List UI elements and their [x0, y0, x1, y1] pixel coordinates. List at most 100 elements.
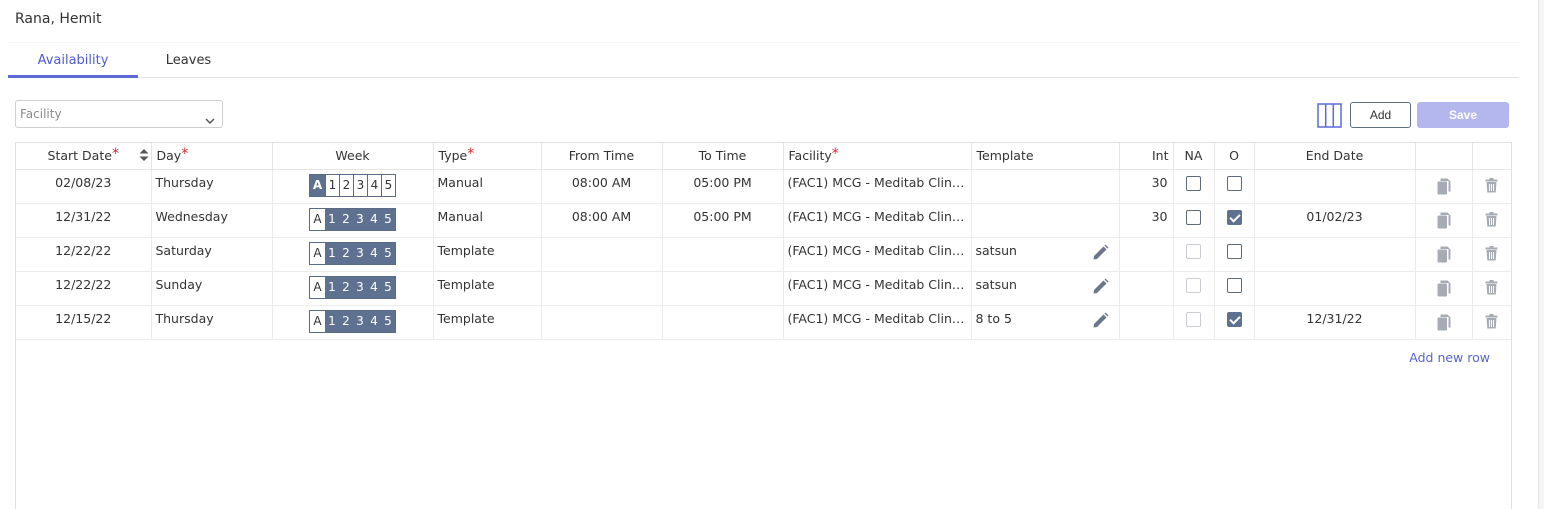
trash-icon[interactable]: [1485, 177, 1498, 196]
cell-template[interactable]: 8 to 5: [971, 305, 1120, 340]
cell-facility[interactable]: (FAC1) MCG - Meditab Clinic Group: [783, 169, 972, 204]
cell-start-date[interactable]: 12/15/22: [16, 305, 152, 340]
col-to-time[interactable]: To Time: [662, 143, 784, 170]
week-option[interactable]: 3: [353, 310, 367, 332]
cell-type[interactable]: Template: [433, 271, 542, 306]
page-scrollbar[interactable]: [1538, 0, 1544, 509]
week-option[interactable]: A: [310, 208, 325, 230]
cell-type[interactable]: Template: [433, 237, 542, 272]
cell-start-date[interactable]: 12/31/22: [16, 203, 152, 238]
week-option[interactable]: 1: [325, 242, 339, 264]
na-checkbox[interactable]: [1186, 243, 1201, 259]
week-option[interactable]: 4: [367, 208, 381, 230]
cell-end-date[interactable]: 12/31/22: [1254, 305, 1416, 340]
col-from-time[interactable]: From Time: [541, 143, 663, 170]
copy-icon[interactable]: [1437, 178, 1451, 198]
cell-to-time[interactable]: 05:00 PM: [662, 203, 784, 238]
col-facility[interactable]: Facility*: [783, 143, 972, 170]
cell-to-time[interactable]: 05:00 PM: [662, 169, 784, 204]
week-option[interactable]: 5: [381, 174, 395, 196]
cell-facility[interactable]: (FAC1) MCG - Meditab Clinic Group: [783, 237, 972, 272]
week-option[interactable]: 3: [353, 276, 367, 298]
pencil-icon[interactable]: [1092, 312, 1109, 332]
copy-icon[interactable]: [1437, 246, 1451, 266]
cell-int[interactable]: [1119, 237, 1174, 272]
cell-from-time[interactable]: [541, 305, 663, 340]
cell-to-time[interactable]: [662, 271, 784, 306]
week-option[interactable]: 5: [381, 276, 395, 298]
table-row[interactable]: 12/22/22 Saturday A 1 2 3 4 5 Template (FAC1) MCG…: [16, 237, 1511, 272]
cell-type[interactable]: Manual: [433, 169, 542, 204]
cell-end-date[interactable]: 01/02/23: [1254, 203, 1416, 238]
facility-select[interactable]: Facility: [15, 100, 223, 128]
cell-type[interactable]: Manual: [433, 203, 542, 238]
na-checkbox[interactable]: [1186, 311, 1201, 327]
tab-leaves[interactable]: Leaves: [156, 43, 221, 78]
table-row[interactable]: 12/15/22 Thursday A 1 2 3 4 5 Template (FAC1) MCG…: [16, 305, 1511, 340]
cell-facility[interactable]: (FAC1) MCG - Meditab Clinic Group: [783, 271, 972, 306]
week-selector[interactable]: A12345: [309, 207, 396, 231]
cell-facility[interactable]: (FAC1) MCG - Meditab Clinic Group: [783, 203, 972, 238]
col-template[interactable]: Template: [971, 143, 1120, 170]
cell-int[interactable]: [1119, 271, 1174, 306]
col-o[interactable]: O: [1214, 143, 1255, 170]
week-option[interactable]: 1: [325, 276, 339, 298]
week-option[interactable]: 4: [367, 174, 381, 196]
week-option[interactable]: A: [310, 310, 325, 332]
week-option[interactable]: 1: [325, 208, 339, 230]
cell-type[interactable]: Template: [433, 305, 542, 340]
week-option[interactable]: 2: [339, 174, 353, 196]
o-checkbox[interactable]: [1226, 311, 1242, 327]
week-option[interactable]: 2: [339, 242, 353, 264]
week-option[interactable]: 5: [381, 310, 395, 332]
cell-to-time[interactable]: [662, 237, 784, 272]
o-checkbox[interactable]: [1226, 243, 1242, 259]
o-checkbox[interactable]: [1226, 209, 1242, 225]
week-option[interactable]: 1: [325, 174, 339, 196]
week-selector[interactable]: A12345: [309, 173, 396, 197]
week-selector[interactable]: A12345: [309, 275, 396, 299]
o-checkbox[interactable]: [1226, 175, 1242, 191]
week-option[interactable]: 1: [325, 310, 339, 332]
col-int[interactable]: Int: [1119, 143, 1174, 170]
table-row[interactable]: 12/22/22 Sunday A 1 2 3 4 5 Template (FAC1) MCG -…: [16, 271, 1511, 306]
cell-template[interactable]: [971, 169, 1120, 204]
col-type[interactable]: Type*: [433, 143, 542, 170]
na-checkbox[interactable]: [1186, 277, 1201, 293]
copy-icon[interactable]: [1437, 212, 1451, 232]
week-option[interactable]: 5: [381, 208, 395, 230]
week-option[interactable]: 4: [367, 242, 381, 264]
pencil-icon[interactable]: [1092, 244, 1109, 264]
week-option[interactable]: 2: [339, 276, 353, 298]
cell-template[interactable]: [971, 203, 1120, 238]
cell-from-time[interactable]: [541, 237, 663, 272]
week-option[interactable]: A: [310, 242, 325, 264]
trash-icon[interactable]: [1485, 279, 1498, 298]
cell-template[interactable]: satsun: [971, 271, 1120, 306]
week-option[interactable]: 2: [339, 208, 353, 230]
na-checkbox[interactable]: [1186, 209, 1201, 225]
table-row[interactable]: 12/31/22 Wednesday A 1 2 3 4 5 Manual 08:00 AM 05:…: [16, 203, 1511, 238]
cell-day[interactable]: Sunday: [151, 271, 273, 306]
cell-from-time[interactable]: [541, 271, 663, 306]
cell-template[interactable]: satsun: [971, 237, 1120, 272]
cell-end-date[interactable]: [1254, 271, 1416, 306]
cell-from-time[interactable]: 08:00 AM: [541, 203, 663, 238]
cell-day[interactable]: Wednesday: [151, 203, 273, 238]
pencil-icon[interactable]: [1092, 278, 1109, 298]
cell-end-date[interactable]: [1254, 237, 1416, 272]
col-start-date[interactable]: Start Date*: [16, 143, 152, 170]
cell-start-date[interactable]: 02/08/23: [16, 169, 152, 204]
save-button[interactable]: Save: [1417, 102, 1509, 128]
week-option[interactable]: 4: [367, 276, 381, 298]
week-option[interactable]: 3: [353, 242, 367, 264]
week-option[interactable]: A: [310, 174, 325, 196]
week-option[interactable]: 3: [353, 174, 367, 196]
trash-icon[interactable]: [1485, 211, 1498, 230]
copy-icon[interactable]: [1437, 280, 1451, 300]
sort-icon[interactable]: [139, 149, 149, 164]
col-day[interactable]: Day*: [151, 143, 273, 170]
columns-icon[interactable]: [1317, 103, 1342, 128]
week-selector[interactable]: A12345: [309, 241, 396, 265]
cell-from-time[interactable]: 08:00 AM: [541, 169, 663, 204]
